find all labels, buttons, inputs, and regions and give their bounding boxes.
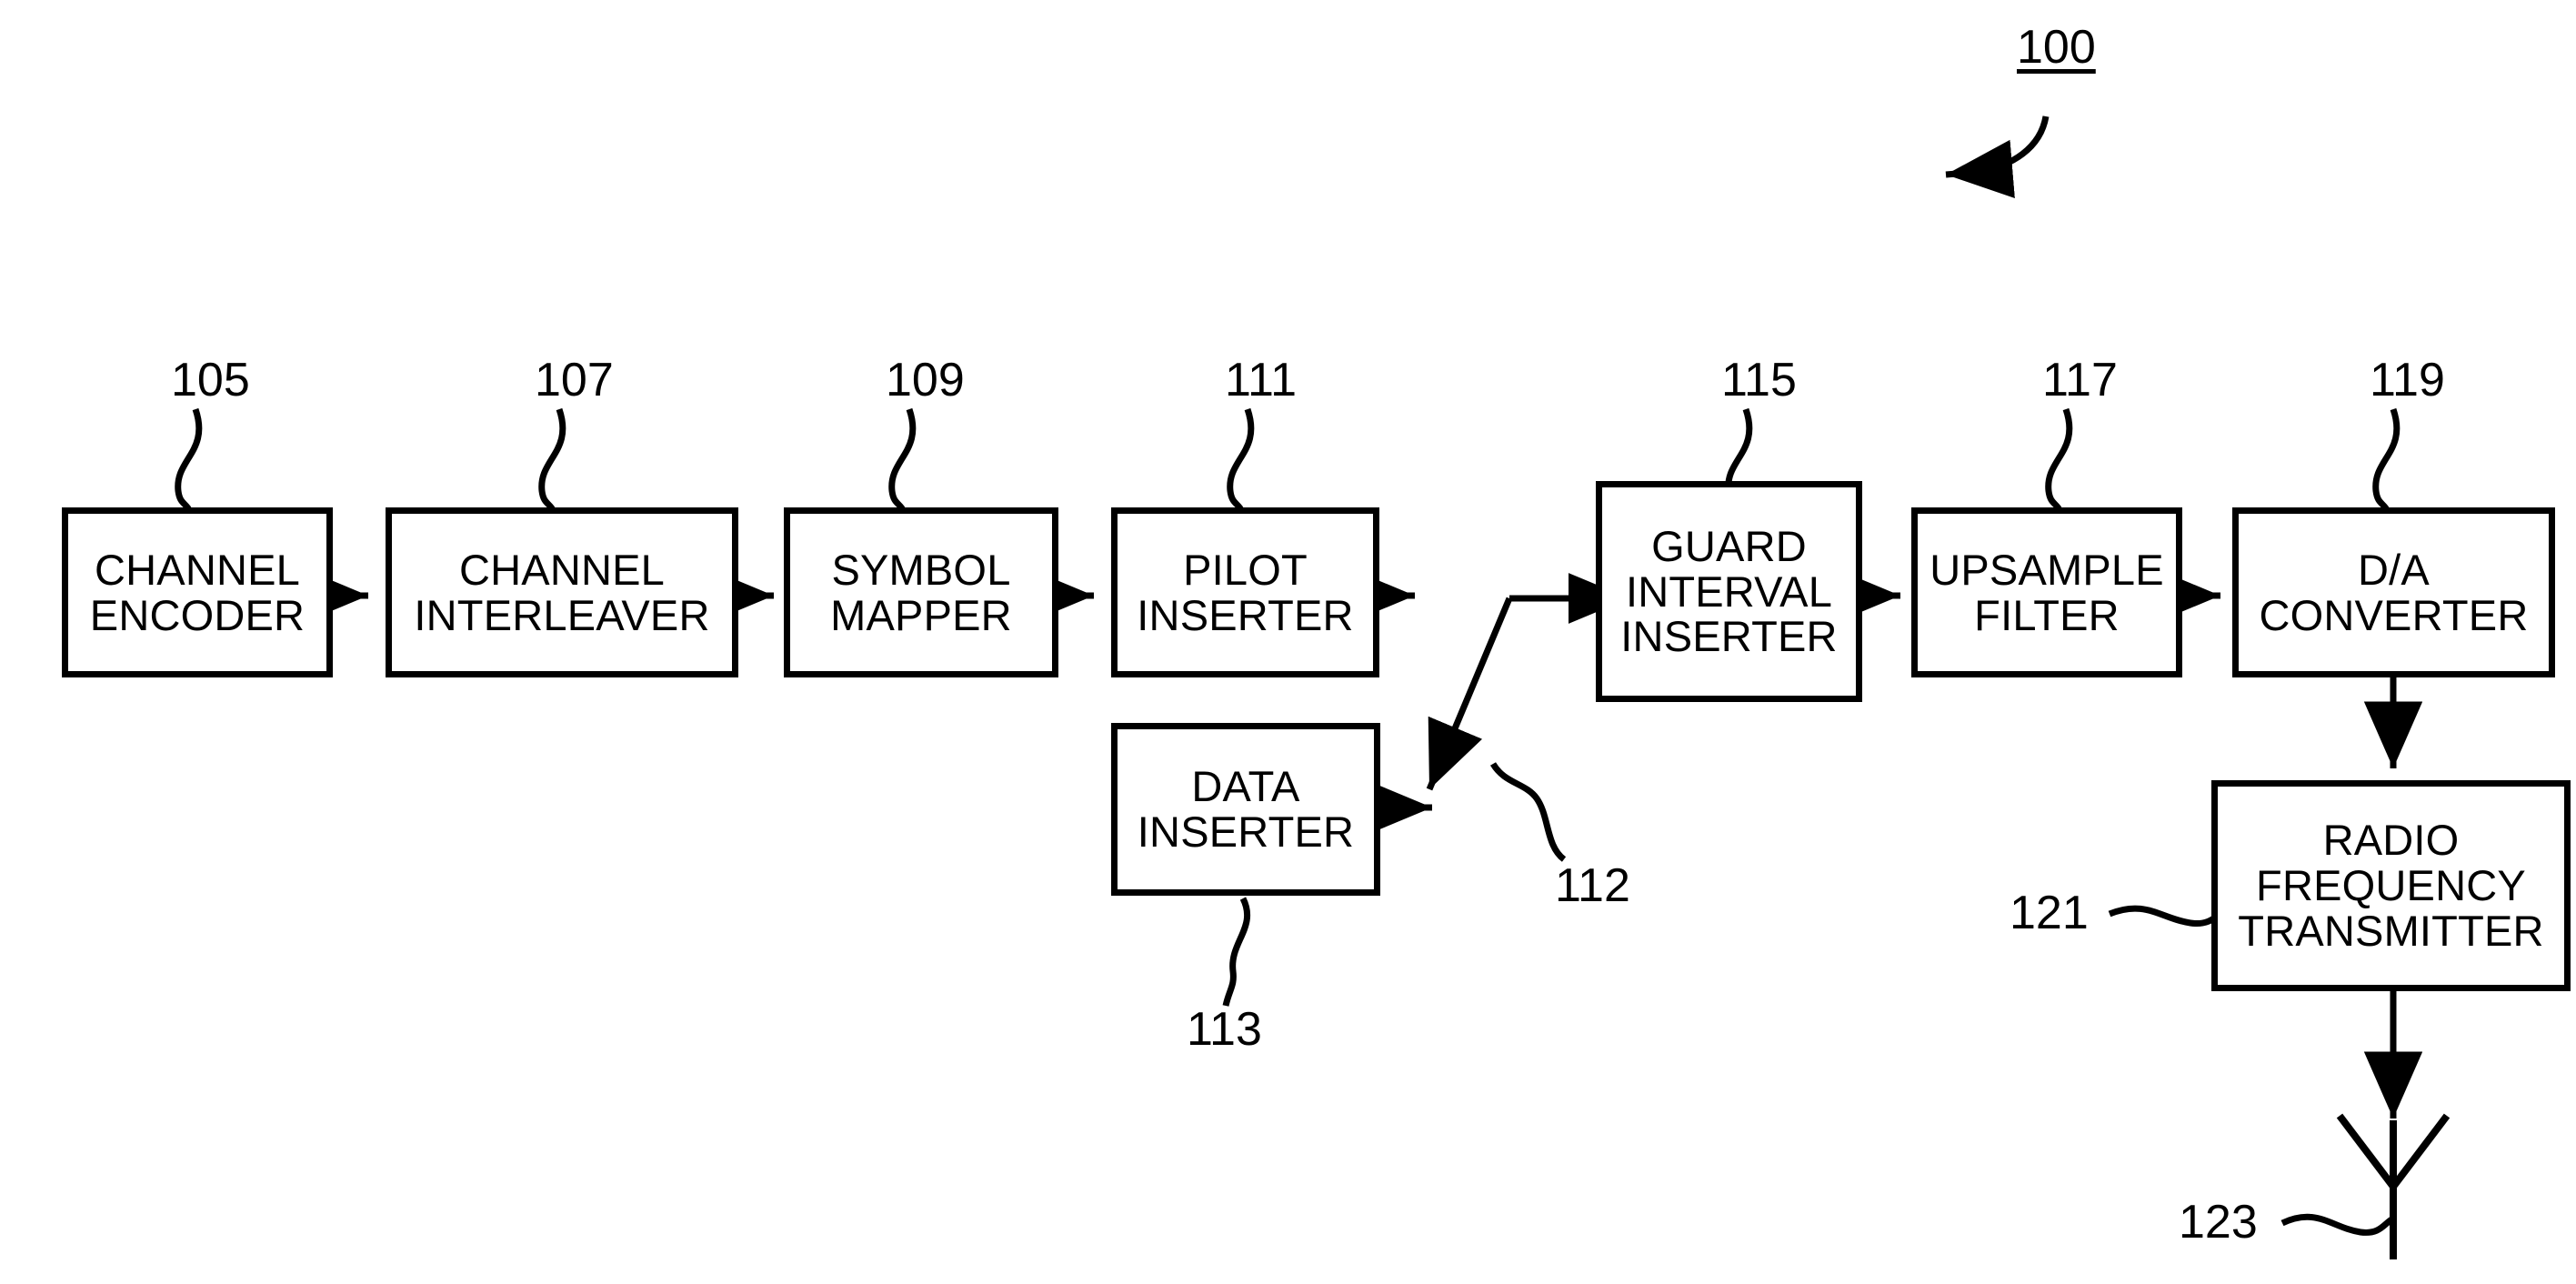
antenna-right-arm	[2390, 1113, 2451, 1189]
antenna-left-arm	[2336, 1113, 2397, 1189]
reference-numeral-109: 109	[886, 354, 965, 406]
block-rf-transmitter[interactable]: RADIO FREQUENCY TRANSMITTER	[2211, 780, 2571, 991]
leader-line-109	[888, 407, 917, 517]
block-pilot-inserter[interactable]: PILOT INSERTER	[1111, 507, 1379, 677]
figure-canvas: CHANNEL ENCODER CHANNEL INTERLEAVER SYMB…	[0, 0, 2576, 1284]
leader-line-107	[538, 407, 566, 517]
reference-numeral-117: 117	[2042, 354, 2118, 406]
reference-numeral-112: 112	[1555, 859, 1630, 912]
reference-numeral-115: 115	[1721, 354, 1797, 406]
leader-line-111	[1227, 407, 1255, 517]
leader-line-117	[2045, 407, 2073, 517]
block-guard-interval-inserter[interactable]: GUARD INTERVAL INSERTER	[1596, 481, 1862, 702]
block-symbol-mapper[interactable]: SYMBOL MAPPER	[784, 507, 1058, 677]
block-upsample-filter[interactable]: UPSAMPLE FILTER	[1911, 507, 2182, 677]
reference-numeral-113: 113	[1187, 1003, 1262, 1056]
selector-diagonal-arrow	[1426, 597, 1513, 791]
reference-numeral-119: 119	[2370, 354, 2445, 406]
figure-callout-arrow	[1945, 115, 2050, 198]
reference-numeral-107: 107	[535, 354, 614, 406]
block-channel-interleaver[interactable]: CHANNEL INTERLEAVER	[386, 507, 738, 677]
leader-line-119	[2372, 407, 2401, 517]
reference-numeral-105: 105	[171, 354, 250, 406]
reference-numeral-121: 121	[2010, 887, 2089, 939]
leader-line-113	[1222, 897, 1251, 1007]
block-da-converter[interactable]: D/A CONVERTER	[2232, 507, 2555, 677]
reference-numeral-123: 123	[2179, 1196, 2258, 1249]
leader-line-112	[1489, 762, 1567, 862]
block-data-inserter[interactable]: DATA INSERTER	[1111, 723, 1380, 896]
block-channel-encoder[interactable]: CHANNEL ENCODER	[62, 507, 333, 677]
figure-number-100: 100	[2017, 21, 2096, 74]
reference-numeral-111: 111	[1225, 354, 1298, 406]
leader-line-105	[175, 407, 203, 517]
leader-line-123	[2280, 1213, 2395, 1236]
